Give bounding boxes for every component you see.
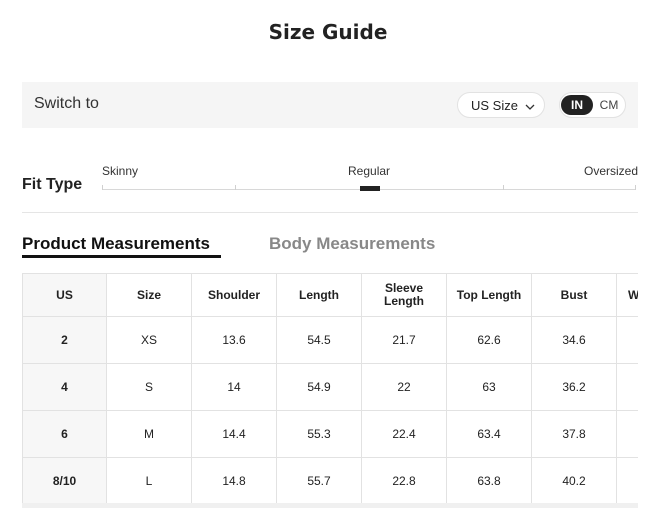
table-cell: 63.8 (446, 457, 532, 505)
fit-scale-tick (235, 185, 236, 190)
table-cell: 21.7 (361, 316, 447, 364)
table-cell: 55.7 (276, 457, 362, 505)
table-cell: 36.2 (531, 363, 617, 411)
column-header-us: US (22, 273, 107, 317)
table-cell: 22.8 (361, 457, 447, 505)
column-header-size: Size (106, 273, 192, 317)
table-cell: 14.4 (191, 410, 277, 458)
column-header-top-length: Top Length (446, 273, 532, 317)
table-cell: 54.9 (276, 363, 362, 411)
table-cell: 54.5 (276, 316, 362, 364)
fit-type-label: Fit Type (22, 176, 83, 193)
table-row: 4 S 14 54.9 22 63 36.2 (22, 363, 638, 411)
page-title: Size Guide (268, 20, 388, 44)
table-cell: 63.4 (446, 410, 532, 458)
table-cell: 22 (361, 363, 447, 411)
table-header-row: US Size Shoulder Length Sleeve Length To… (22, 273, 638, 317)
table-cell-us: 2 (22, 316, 107, 364)
tab-product-measurements[interactable]: Product Measurements (22, 234, 210, 254)
table-row: 8/10 L 14.8 55.7 22.8 63.8 40.2 (22, 457, 638, 505)
size-system-dropdown[interactable]: US Size (457, 92, 545, 118)
column-header-waist: W (616, 273, 638, 317)
table-cell: 13.6 (191, 316, 277, 364)
table-cell: 37.8 (531, 410, 617, 458)
fit-option-regular[interactable]: Regular (348, 164, 390, 178)
table-cell: 63 (446, 363, 532, 411)
table-cell: 14 (191, 363, 277, 411)
table-cell: L (106, 457, 192, 505)
table-cell (616, 410, 638, 458)
table-cell: 14.8 (191, 457, 277, 505)
table-cell (616, 316, 638, 364)
table-cell (616, 457, 638, 505)
divider (22, 212, 638, 213)
table-row: 2 XS 13.6 54.5 21.7 62.6 34.6 (22, 316, 638, 364)
table-cell: 55.3 (276, 410, 362, 458)
table-cell: XS (106, 316, 192, 364)
table-cell: 22.4 (361, 410, 447, 458)
table-cell (616, 363, 638, 411)
table-scrollbar-track[interactable] (22, 503, 638, 508)
active-tab-underline (22, 255, 221, 258)
table-cell: M (106, 410, 192, 458)
table-cell-us: 8/10 (22, 457, 107, 505)
table-cell-us: 4 (22, 363, 107, 411)
fit-scale-marker (360, 186, 380, 191)
table-cell: 40.2 (531, 457, 617, 505)
table-cell: 34.6 (531, 316, 617, 364)
measurement-table-container: US Size Shoulder Length Sleeve Length To… (22, 273, 638, 508)
size-system-value: US Size (471, 97, 518, 113)
fit-scale-tick (635, 185, 636, 190)
unit-toggle: IN CM (559, 92, 626, 118)
fit-option-oversized[interactable]: Oversized (584, 164, 638, 178)
table-cell-us: 6 (22, 410, 107, 458)
column-header-sleeve-length: Sleeve Length (361, 273, 447, 317)
table-cell: S (106, 363, 192, 411)
measurement-table: US Size Shoulder Length Sleeve Length To… (22, 273, 638, 505)
unit-cm-button[interactable]: CM (596, 95, 622, 115)
fit-scale-tick (503, 185, 504, 190)
switch-label: Switch to (34, 95, 99, 112)
table-cell: 62.6 (446, 316, 532, 364)
fit-scale-tick (102, 185, 103, 190)
switch-bar: Switch to US Size IN CM (22, 82, 638, 128)
column-header-length: Length (276, 273, 362, 317)
fit-option-skinny[interactable]: Skinny (102, 164, 138, 178)
chevron-down-icon (525, 100, 535, 110)
column-header-shoulder: Shoulder (191, 273, 277, 317)
column-header-bust: Bust (531, 273, 617, 317)
table-row: 6 M 14.4 55.3 22.4 63.4 37.8 (22, 410, 638, 458)
unit-in-button[interactable]: IN (561, 95, 593, 115)
tab-body-measurements[interactable]: Body Measurements (269, 234, 435, 254)
